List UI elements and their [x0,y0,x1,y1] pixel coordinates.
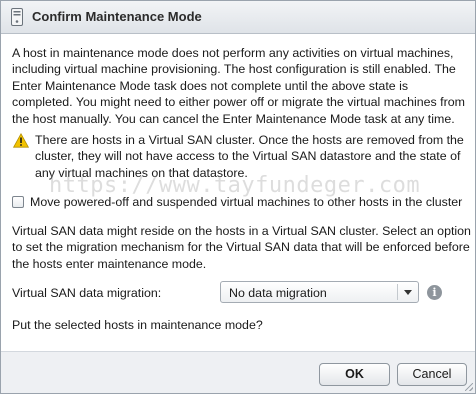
cancel-button[interactable]: Cancel [397,363,467,386]
chevron-down-icon[interactable] [404,290,412,295]
dialog-footer: OK Cancel [1,351,475,393]
description-text: A host in maintenance mode does not perf… [12,46,465,126]
info-icon[interactable]: i [427,285,442,300]
move-vms-checkbox-label[interactable]: Move powered-off and suspended virtual m… [30,195,470,209]
warning-icon [13,133,29,148]
confirm-maintenance-dialog: Confirm Maintenance Mode A host in maint… [0,0,476,394]
dialog-titlebar[interactable]: Confirm Maintenance Mode [1,1,475,34]
vsan-migration-select[interactable]: No data migration [220,281,419,303]
move-vms-checkbox[interactable] [12,196,24,208]
select-divider [397,284,398,300]
confirmation-question: Put the selected hosts in maintenance mo… [12,318,263,332]
vsan-info-text: Virtual SAN data might reside on the hos… [12,224,471,271]
dialog-title: Confirm Maintenance Mode [32,9,202,24]
vsan-migration-label: Virtual SAN data migration: [12,286,162,300]
host-icon [11,8,23,26]
ok-button[interactable]: OK [319,363,390,386]
vsan-migration-selected-value: No data migration [229,286,327,300]
resize-grip-icon[interactable] [465,383,473,391]
